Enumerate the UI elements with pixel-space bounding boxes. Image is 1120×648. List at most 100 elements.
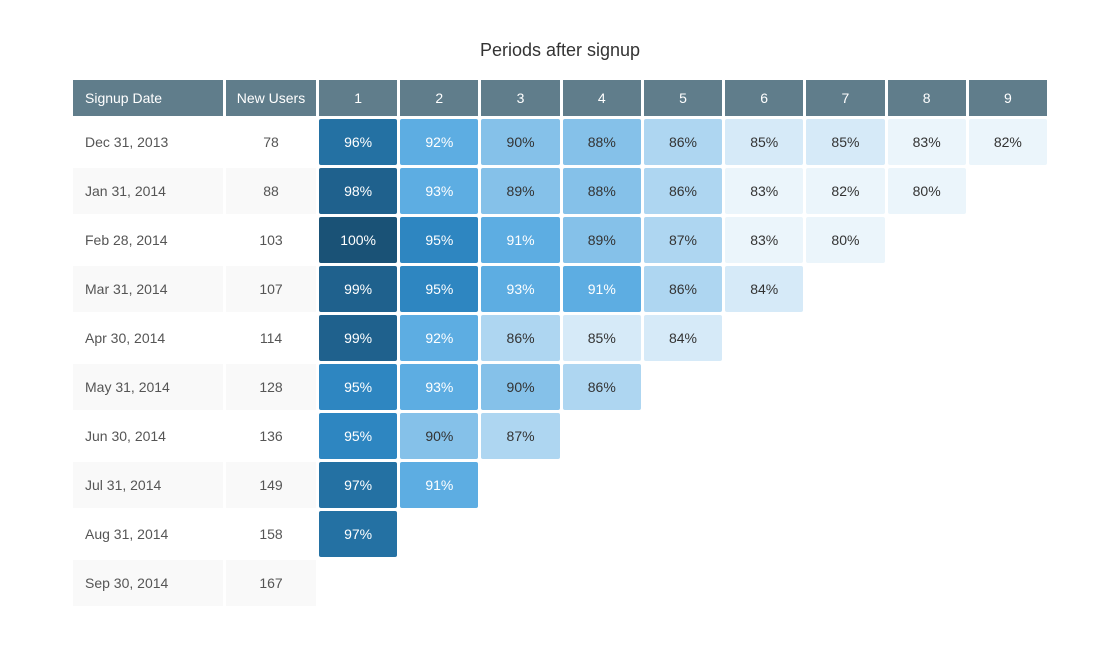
cell-period-3: 86% bbox=[481, 315, 559, 361]
table-row: Jul 31, 201414997%91% bbox=[73, 462, 1047, 508]
table-row: Feb 28, 2014103100%95%91%89%87%83%80% bbox=[73, 217, 1047, 263]
cell-period-4 bbox=[563, 511, 641, 557]
cell-period-5 bbox=[644, 413, 722, 459]
cell-period-2: 95% bbox=[400, 217, 478, 263]
cell-period-7 bbox=[806, 560, 884, 606]
header-period-9: 9 bbox=[969, 80, 1047, 116]
header-new-users: New Users bbox=[226, 80, 316, 116]
cell-date: Dec 31, 2013 bbox=[73, 119, 223, 165]
cell-period-8: 83% bbox=[888, 119, 966, 165]
cell-date: Jul 31, 2014 bbox=[73, 462, 223, 508]
cell-period-2: 93% bbox=[400, 168, 478, 214]
cell-date: May 31, 2014 bbox=[73, 364, 223, 410]
table-row: Jan 31, 20148898%93%89%88%86%83%82%80% bbox=[73, 168, 1047, 214]
cell-period-3: 91% bbox=[481, 217, 559, 263]
cell-period-1: 99% bbox=[319, 266, 397, 312]
cell-period-9 bbox=[969, 168, 1047, 214]
cell-period-4: 85% bbox=[563, 315, 641, 361]
header-period-7: 7 bbox=[806, 80, 884, 116]
cell-period-8 bbox=[888, 462, 966, 508]
cell-period-6: 83% bbox=[725, 217, 803, 263]
cell-period-4: 89% bbox=[563, 217, 641, 263]
cell-period-9 bbox=[969, 413, 1047, 459]
cell-period-7 bbox=[806, 511, 884, 557]
cell-period-4: 88% bbox=[563, 168, 641, 214]
header-period-6: 6 bbox=[725, 80, 803, 116]
cell-date: Feb 28, 2014 bbox=[73, 217, 223, 263]
table-row: Apr 30, 201411499%92%86%85%84% bbox=[73, 315, 1047, 361]
cell-period-3: 87% bbox=[481, 413, 559, 459]
cell-period-6 bbox=[725, 462, 803, 508]
cell-period-6 bbox=[725, 560, 803, 606]
cell-period-7 bbox=[806, 315, 884, 361]
cell-period-5: 86% bbox=[644, 119, 722, 165]
cell-period-7 bbox=[806, 413, 884, 459]
chart-container: Periods after signup Signup Date New Use… bbox=[70, 40, 1050, 609]
cell-users: 167 bbox=[226, 560, 316, 606]
cell-period-5: 84% bbox=[644, 315, 722, 361]
cell-users: 78 bbox=[226, 119, 316, 165]
cell-period-5 bbox=[644, 511, 722, 557]
cell-date: Sep 30, 2014 bbox=[73, 560, 223, 606]
cell-period-6 bbox=[725, 413, 803, 459]
cell-users: 136 bbox=[226, 413, 316, 459]
table-header-row: Signup Date New Users 1 2 3 4 5 6 7 8 9 bbox=[73, 80, 1047, 116]
cell-users: 103 bbox=[226, 217, 316, 263]
cell-period-4 bbox=[563, 560, 641, 606]
cell-users: 107 bbox=[226, 266, 316, 312]
cell-period-8 bbox=[888, 266, 966, 312]
cell-period-6: 83% bbox=[725, 168, 803, 214]
cell-period-8 bbox=[888, 217, 966, 263]
cell-period-3: 93% bbox=[481, 266, 559, 312]
cell-period-3: 90% bbox=[481, 364, 559, 410]
cell-period-7 bbox=[806, 462, 884, 508]
table-row: Dec 31, 20137896%92%90%88%86%85%85%83%82… bbox=[73, 119, 1047, 165]
cell-period-6 bbox=[725, 511, 803, 557]
cell-period-8: 80% bbox=[888, 168, 966, 214]
cell-period-5 bbox=[644, 560, 722, 606]
cohort-table: Signup Date New Users 1 2 3 4 5 6 7 8 9 … bbox=[70, 77, 1050, 609]
cell-period-8 bbox=[888, 511, 966, 557]
cell-period-8 bbox=[888, 364, 966, 410]
cell-period-7 bbox=[806, 266, 884, 312]
cell-period-6: 84% bbox=[725, 266, 803, 312]
cell-period-9 bbox=[969, 217, 1047, 263]
cell-period-4 bbox=[563, 462, 641, 508]
cell-period-9 bbox=[969, 266, 1047, 312]
cell-period-7 bbox=[806, 364, 884, 410]
cell-period-9 bbox=[969, 560, 1047, 606]
cell-date: Apr 30, 2014 bbox=[73, 315, 223, 361]
table-row: Mar 31, 201410799%95%93%91%86%84% bbox=[73, 266, 1047, 312]
cell-period-5 bbox=[644, 462, 722, 508]
cell-date: Mar 31, 2014 bbox=[73, 266, 223, 312]
cell-period-2: 92% bbox=[400, 119, 478, 165]
cell-period-6: 85% bbox=[725, 119, 803, 165]
cell-period-7: 85% bbox=[806, 119, 884, 165]
cell-users: 88 bbox=[226, 168, 316, 214]
cell-period-2: 92% bbox=[400, 315, 478, 361]
header-period-1: 1 bbox=[319, 80, 397, 116]
header-period-2: 2 bbox=[400, 80, 478, 116]
cell-period-1: 97% bbox=[319, 511, 397, 557]
cell-users: 158 bbox=[226, 511, 316, 557]
header-period-8: 8 bbox=[888, 80, 966, 116]
cell-users: 114 bbox=[226, 315, 316, 361]
header-signup-date: Signup Date bbox=[73, 80, 223, 116]
cell-period-1: 99% bbox=[319, 315, 397, 361]
cell-period-1: 100% bbox=[319, 217, 397, 263]
cell-period-6 bbox=[725, 364, 803, 410]
cell-period-9 bbox=[969, 462, 1047, 508]
cell-period-2 bbox=[400, 511, 478, 557]
cell-period-3: 90% bbox=[481, 119, 559, 165]
cell-period-4: 91% bbox=[563, 266, 641, 312]
cell-date: Aug 31, 2014 bbox=[73, 511, 223, 557]
header-period-5: 5 bbox=[644, 80, 722, 116]
cell-period-3: 89% bbox=[481, 168, 559, 214]
cell-users: 149 bbox=[226, 462, 316, 508]
cell-period-8 bbox=[888, 315, 966, 361]
cell-period-2: 93% bbox=[400, 364, 478, 410]
cell-period-1: 95% bbox=[319, 364, 397, 410]
cell-period-4: 88% bbox=[563, 119, 641, 165]
cell-period-2: 95% bbox=[400, 266, 478, 312]
cell-period-1: 97% bbox=[319, 462, 397, 508]
